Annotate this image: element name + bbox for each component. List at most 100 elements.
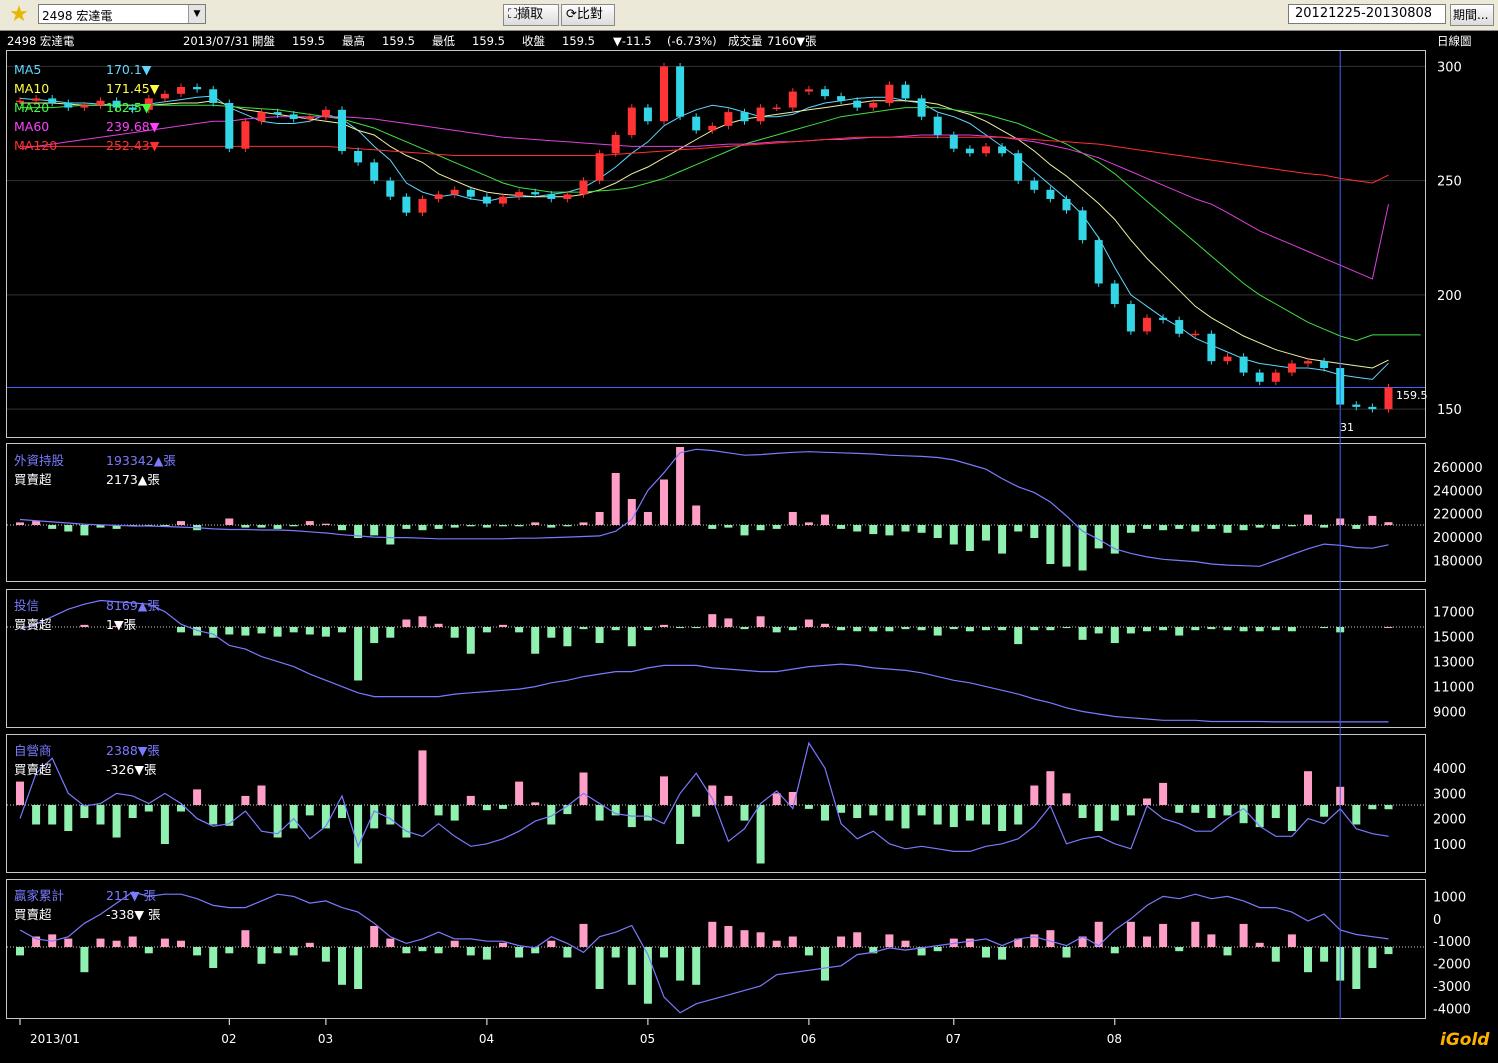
dealer-label: 自營商 — [14, 743, 52, 758]
price-y-tick: 150 — [1437, 403, 1462, 418]
net-bar — [611, 627, 620, 631]
net-bar — [321, 627, 330, 637]
net-bar — [660, 776, 668, 805]
net-bar — [402, 525, 411, 529]
candle-body — [531, 192, 540, 195]
net-bar — [434, 805, 443, 816]
net-bar — [756, 805, 765, 864]
net-bar — [547, 940, 556, 947]
net-bar — [80, 525, 89, 536]
net-bar — [273, 947, 282, 954]
net-bar — [1175, 947, 1184, 952]
net-bar — [1143, 798, 1151, 805]
sub-y-tick: 3000 — [1433, 787, 1466, 802]
net-bar — [321, 523, 330, 525]
net-bar — [1352, 947, 1361, 989]
dealer-net-value: -326▼張 — [106, 762, 157, 777]
net-bar — [1223, 805, 1232, 816]
net-bar — [982, 627, 990, 631]
net-bar — [1304, 514, 1312, 525]
net-bar — [1191, 627, 1200, 631]
net-bar — [515, 781, 524, 805]
dealer-value: 2388▼張 — [106, 743, 160, 758]
x-tick-label: 07 — [946, 1032, 961, 1046]
price-y-tick: 200 — [1437, 289, 1462, 304]
net-bar — [531, 522, 540, 525]
candle-body — [1191, 333, 1200, 336]
net-bar — [338, 805, 346, 818]
candle-body — [853, 100, 862, 108]
net-bar — [965, 805, 974, 821]
chart-canvas: 300 250 200 150 260000 240000 220000 200000 1800… — [7, 51, 1483, 1046]
net-bar — [370, 525, 379, 536]
net-bar — [1207, 805, 1216, 818]
winner-net-value: -338▼ 張 — [106, 907, 161, 922]
ma10-label: MA10 — [14, 81, 50, 96]
net-bar — [982, 525, 990, 541]
net-bar — [595, 805, 604, 821]
net-bar — [241, 627, 250, 636]
net-bar — [225, 518, 234, 525]
net-bar — [418, 616, 427, 627]
net-bar — [1126, 525, 1135, 533]
candle-body — [965, 148, 974, 154]
net-bar — [933, 947, 942, 952]
sub-y-tick: 220000 — [1433, 508, 1483, 523]
net-bar — [1223, 525, 1232, 533]
net-bar — [1191, 805, 1200, 813]
ma60-line — [19, 116, 1389, 280]
price-y-tick: 300 — [1437, 60, 1462, 75]
net-bar — [289, 525, 298, 527]
net-bar — [772, 525, 781, 529]
candle-body — [450, 189, 459, 195]
net-bar — [1255, 942, 1264, 947]
net-bar — [901, 627, 910, 630]
trust-value: 8169▲張 — [106, 598, 160, 613]
net-bar — [257, 947, 266, 964]
net-bar — [1159, 627, 1168, 631]
net-bar — [772, 627, 781, 633]
net-bar — [1287, 627, 1296, 632]
net-bar — [128, 936, 137, 947]
net-bar — [1159, 782, 1168, 805]
net-bar — [853, 627, 862, 632]
candle-body — [482, 196, 491, 204]
net-bar — [386, 938, 395, 947]
net-bar — [1304, 771, 1312, 805]
net-bar — [225, 627, 234, 635]
candle-body — [579, 180, 588, 195]
net-bar — [482, 947, 491, 960]
net-bar — [788, 627, 797, 631]
candle-body — [1046, 189, 1055, 199]
candle-body — [48, 98, 57, 103]
net-bar — [450, 525, 459, 528]
net-bar — [660, 947, 668, 958]
net-bar — [386, 525, 395, 545]
sub-y-tick: 200000 — [1433, 531, 1483, 546]
net-bar — [1014, 525, 1023, 532]
sub-y-tick: 1000 — [1433, 838, 1466, 853]
candle-body — [1143, 317, 1151, 332]
x-tick-label: 2013/01 — [30, 1032, 80, 1046]
net-bar — [933, 805, 942, 825]
ma20-label: MA20 — [14, 100, 50, 115]
net-bar — [193, 947, 202, 956]
net-bar — [1175, 627, 1184, 636]
net-bar — [692, 627, 701, 629]
candle-body — [241, 121, 250, 149]
net-bar — [627, 627, 636, 647]
net-bar — [1078, 627, 1087, 640]
ma120-value: 252.43▼ — [106, 138, 160, 153]
net-bar — [289, 947, 298, 956]
winner-value: 211▼ 張 — [106, 888, 156, 903]
net-bar — [788, 512, 797, 525]
net-bar — [901, 940, 910, 947]
net-bar — [788, 936, 797, 947]
x-tick-label: 05 — [640, 1032, 655, 1046]
net-bar — [1239, 805, 1248, 824]
candle-body — [1304, 361, 1312, 364]
net-bar — [289, 805, 298, 829]
candle-body — [80, 105, 89, 108]
net-bar — [177, 940, 185, 947]
sub-y-tick: 0 — [1433, 913, 1441, 928]
